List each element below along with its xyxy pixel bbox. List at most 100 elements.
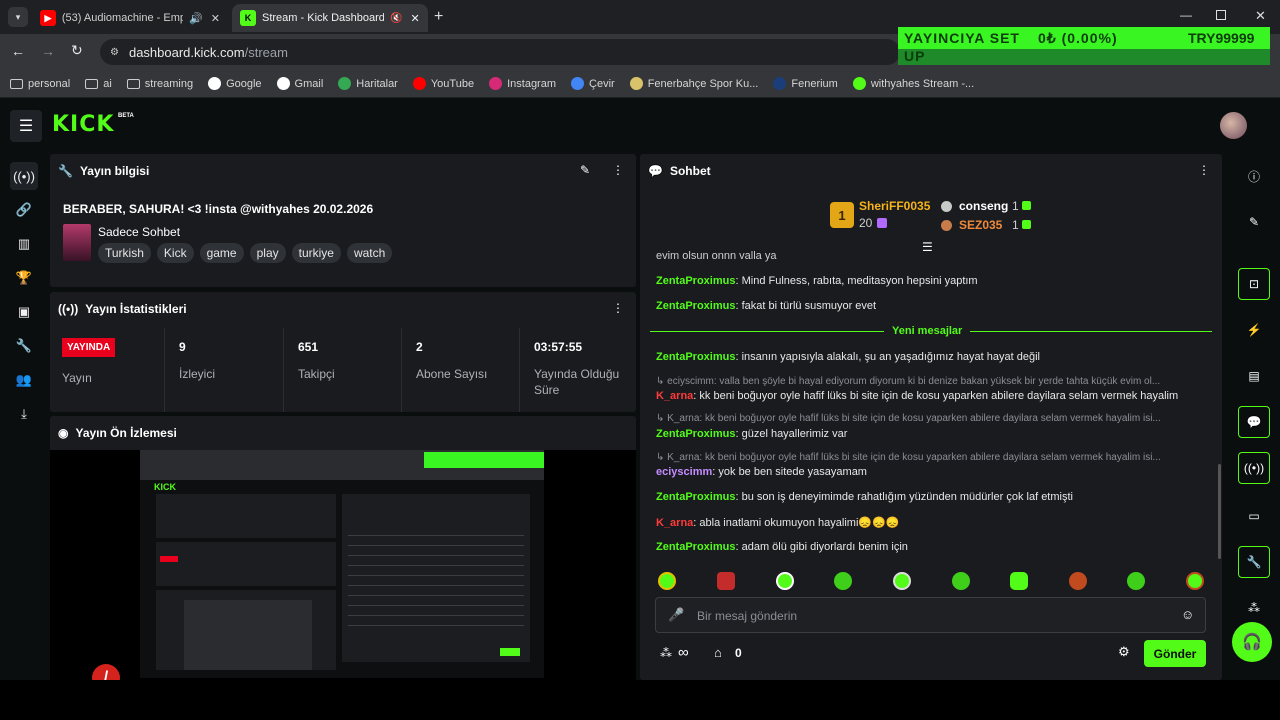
close-window-icon[interactable]: ✕: [1255, 8, 1266, 24]
notes-icon[interactable]: ▤: [1238, 360, 1270, 392]
support-button[interactable]: 🎧: [1232, 622, 1272, 662]
trophy-nav-icon[interactable]: 🏆: [10, 264, 38, 292]
bookmark-item[interactable]: Instagram: [489, 77, 556, 90]
emote-icon[interactable]: [776, 572, 794, 590]
right-navigation: ⓘ ✎ ⊡ ⚡ ▤ 💬 ((•)) ▭ 🔧 ⁂ 🎧: [1228, 152, 1280, 680]
microphone-icon[interactable]: 🎤: [668, 607, 684, 623]
chat-username[interactable]: eciyscimm: [656, 466, 712, 478]
minimize-icon[interactable]: —: [1180, 8, 1192, 22]
fenerium-icon: [773, 77, 787, 90]
kick-icon: [852, 77, 866, 90]
screenshot-icon[interactable]: ⊡: [1238, 268, 1270, 300]
close-icon[interactable]: ✕: [410, 12, 419, 25]
community-icon[interactable]: ⁂: [1238, 592, 1270, 624]
scenes-icon[interactable]: ▭: [1238, 500, 1270, 532]
speaker-icon[interactable]: 🔊: [189, 12, 203, 25]
emote-icon[interactable]: [893, 572, 911, 590]
stream-nav-icon[interactable]: ((•)): [10, 162, 38, 190]
panel-title: Sohbet: [669, 164, 711, 178]
chat-message: ZentaProximus: güzel hayallerimiz var: [656, 428, 848, 440]
link-nav-icon[interactable]: 🔗: [10, 196, 38, 224]
bookmark-item[interactable]: Haritalar: [338, 77, 398, 90]
emote-icon[interactable]: [658, 572, 676, 590]
chat-input[interactable]: 🎤 Bir mesaj gönderin ☺: [655, 597, 1206, 633]
info-icon[interactable]: ⓘ: [1238, 160, 1270, 192]
emote-icon[interactable]: [834, 572, 852, 590]
more-icon[interactable]: ⋮: [1198, 163, 1210, 177]
restore-icon[interactable]: [1216, 10, 1226, 20]
bookmark-item[interactable]: ai: [85, 78, 112, 90]
emote-icon[interactable]: [1186, 572, 1204, 590]
folder-icon: [85, 78, 99, 89]
avatar[interactable]: [1220, 112, 1247, 139]
community-nav-icon[interactable]: 👥: [10, 366, 38, 394]
bookmark-item[interactable]: Çevir: [571, 77, 615, 90]
chat-input-placeholder: Bir mesaj gönderin: [697, 609, 798, 623]
emote-icon[interactable]: [1010, 572, 1028, 590]
tools-nav-icon[interactable]: 🔧: [10, 332, 38, 360]
bookmark-item[interactable]: YouTube: [412, 77, 474, 90]
leader-name[interactable]: SheriFF0035: [859, 199, 930, 213]
kick-logo[interactable]: KICK: [52, 112, 114, 137]
chat-username[interactable]: ZentaProximus: [656, 300, 735, 312]
chat-username[interactable]: ZentaProximus: [656, 428, 735, 440]
store-icon[interactable]: ⌂: [714, 645, 722, 660]
bookmark-item[interactable]: Gmail: [276, 77, 323, 90]
more-icon[interactable]: ⋮: [612, 301, 624, 315]
bookmark-item[interactable]: personal: [10, 78, 70, 90]
chat-username[interactable]: ZentaProximus: [656, 351, 735, 363]
chat-scrollbar[interactable]: [1218, 464, 1221, 559]
chat-panel-icon[interactable]: 💬: [1238, 406, 1270, 438]
lightning-icon[interactable]: ⚡: [1238, 314, 1270, 346]
emoji-icon[interactable]: ☺: [1181, 607, 1194, 622]
stat-value: 9: [179, 340, 186, 354]
bookmark-item[interactable]: Fenerium: [773, 77, 838, 90]
preview-panel-stats: [156, 542, 336, 586]
chat-username[interactable]: ZentaProximus: [656, 541, 735, 553]
preview-video[interactable]: KICK: [140, 450, 544, 678]
tab-youtube[interactable]: ▶ (53) Audiomachine - Empat 🔊 ✕: [32, 4, 228, 32]
tab-kick-dashboard[interactable]: K Stream - Kick Dashboard 🔇 ✕: [232, 4, 428, 32]
bookmark-item[interactable]: Fenerbahçe Spor Ku...: [629, 77, 758, 90]
chat-username[interactable]: ZentaProximus: [656, 275, 735, 287]
media-nav-icon[interactable]: ▣: [10, 298, 38, 326]
left-navigation: ((•)) 🔗 ▥ 🏆 ▣ 🔧 👥 ⤓: [0, 152, 48, 680]
address-field[interactable]: ⚙ dashboard.kick.com/stream: [100, 39, 900, 65]
emote-icon[interactable]: [1069, 572, 1087, 590]
points-icon[interactable]: ⁂: [660, 646, 672, 660]
tab-search-button[interactable]: ▾: [8, 7, 28, 27]
site-info-icon[interactable]: ⚙: [110, 47, 119, 58]
edit-icon[interactable]: ✎: [1238, 206, 1270, 238]
bookmark-item[interactable]: Google: [208, 77, 262, 90]
chat-username[interactable]: ZentaProximus: [656, 491, 735, 503]
chat-username[interactable]: K_arna: [656, 390, 693, 402]
edit-icon[interactable]: ✎: [580, 163, 590, 177]
preview-icon: ◉: [58, 426, 69, 440]
collapse-leaderboard-icon[interactable]: ☰: [922, 240, 933, 254]
menu-button[interactable]: ☰: [10, 110, 42, 142]
upload-nav-icon[interactable]: ⤓: [10, 400, 38, 428]
bookmark-item[interactable]: withyahes Stream -...: [852, 77, 974, 90]
tag: watch: [346, 243, 393, 263]
second-name[interactable]: conseng: [959, 199, 1008, 213]
category-thumbnail: [63, 224, 91, 261]
emote-icon[interactable]: [717, 572, 735, 590]
chat-settings-icon[interactable]: ⚙: [1118, 644, 1130, 660]
new-tab-button[interactable]: +: [434, 8, 443, 26]
gmail-icon: [276, 77, 290, 90]
third-name[interactable]: SEZ035: [959, 218, 1002, 232]
send-button[interactable]: Gönder: [1144, 640, 1206, 667]
chat-username[interactable]: K_arna: [656, 517, 693, 529]
emote-icon[interactable]: [952, 572, 970, 590]
close-icon[interactable]: ✕: [211, 12, 220, 25]
reload-icon[interactable]: ↻: [71, 42, 83, 59]
emote-icon[interactable]: [1127, 572, 1145, 590]
back-icon[interactable]: ←: [11, 43, 25, 59]
muted-icon[interactable]: 🔇: [390, 13, 402, 24]
broadcast-icon[interactable]: ((•)): [1238, 452, 1270, 484]
bookmark-item[interactable]: streaming: [126, 78, 193, 90]
tools-icon[interactable]: 🔧: [1238, 546, 1270, 578]
more-icon[interactable]: ⋮: [612, 163, 624, 177]
forward-icon[interactable]: →: [41, 43, 55, 59]
analytics-nav-icon[interactable]: ▥: [10, 230, 38, 258]
